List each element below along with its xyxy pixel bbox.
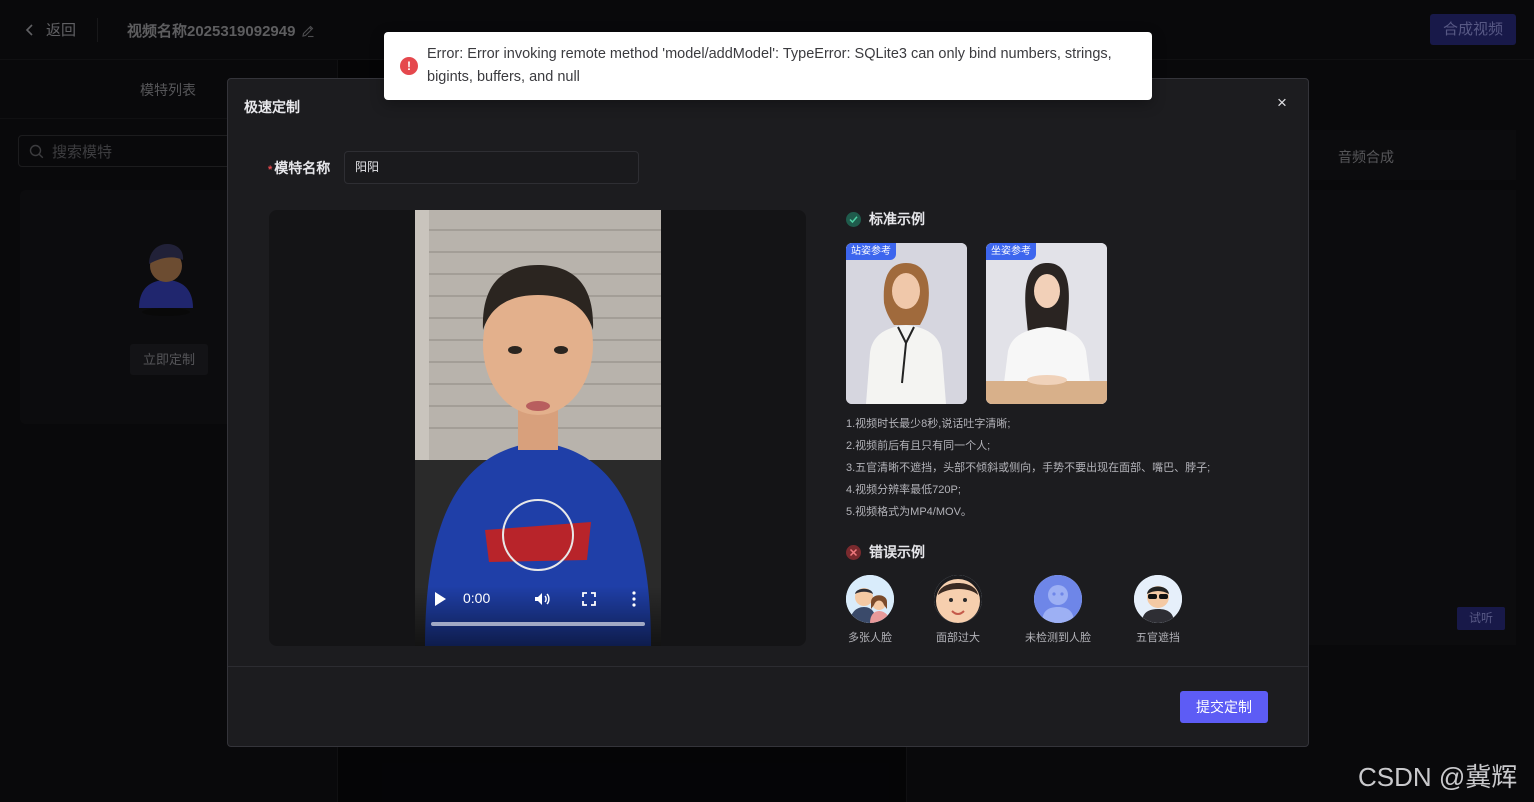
dialog-title: 极速定制 [244,99,300,115]
check-circle-icon [846,211,861,227]
model-name-label-text: 模特名称 [274,160,331,176]
requirement-item: 3.五官清晰不遮挡，头部不倾斜或侧向，手势不要出现在面部、嘴巴、脖子; [846,462,1211,474]
quick-customize-dialog: 极速定制 × * 模特名称 阳阳 0:00 标准示例 站姿参考 坐姿参考 1.视… [227,78,1309,747]
wrong-example-title: 错误示例 [869,544,925,560]
error-toast: ! Error: Error invoking remote method 'm… [384,32,1152,100]
wrong-example-label: 多张人脸 [848,632,892,644]
model-name-label: * 模特名称 [268,158,330,178]
video-player[interactable]: 0:00 [415,210,661,646]
wrong-example-face-too-large: 面部过大 [918,575,998,645]
requirement-item: 1.视频时长最少8秒,说话吐字清晰; [846,418,1011,430]
requirements-list: 1.视频时长最少8秒,说话吐字清晰; 2.视频前后有且只有同一个人; 3.五官清… [846,413,1210,523]
sitting-reference-image: 坐姿参考 [986,243,1107,404]
close-icon[interactable]: × [1274,94,1290,111]
fullscreen-icon[interactable] [581,591,597,607]
standing-reference-tag: 站姿参考 [846,243,896,260]
requirement-item: 4.视频分辨率最低720P; [846,484,961,496]
watermark: CSDN @冀辉 [1358,762,1518,792]
error-icon: ! [400,57,418,75]
wrong-example-features-blocked: 五官遮挡 [1118,575,1198,645]
dialog-footer-divider [228,666,1308,667]
standard-example-title: 标准示例 [869,211,925,227]
volume-icon[interactable] [533,590,551,608]
submit-customize-button[interactable]: 提交定制 [1180,691,1268,723]
video-progress-bar[interactable] [431,622,645,626]
model-name-input[interactable]: 阳阳 [344,151,639,184]
required-mark: * [268,164,273,176]
blocked-features-icon [1134,575,1182,623]
video-frame-image [415,210,661,646]
video-time: 0:00 [463,590,491,606]
play-icon[interactable] [433,591,447,607]
wrong-example-label: 未检测到人脸 [1025,632,1091,644]
sitting-woman-illustration [986,243,1107,404]
no-face-icon [1034,575,1082,623]
wrong-example-label: 五官遮挡 [1136,632,1180,644]
more-options-icon[interactable] [631,590,637,608]
requirement-item: 5.视频格式为MP4/MOV。 [846,506,972,518]
wrong-example-no-face-detected: 未检测到人脸 [1018,575,1098,645]
wrong-example-heading: 错误示例 [846,542,925,562]
error-message: Error: Error invoking remote method 'mod… [427,46,1112,85]
standard-example-heading: 标准示例 [846,209,925,229]
sitting-reference-tag: 坐姿参考 [986,243,1036,260]
multiple-faces-icon [846,575,894,623]
error-circle-icon [846,544,861,560]
video-preview: 0:00 [269,210,806,646]
wrong-example-multiple-faces: 多张人脸 [830,575,910,645]
large-face-icon [934,575,982,623]
requirement-item: 2.视频前后有且只有同一个人; [846,440,991,452]
wrong-example-label: 面部过大 [936,632,980,644]
standing-reference-image: 站姿参考 [846,243,967,404]
standing-woman-illustration [846,243,967,404]
